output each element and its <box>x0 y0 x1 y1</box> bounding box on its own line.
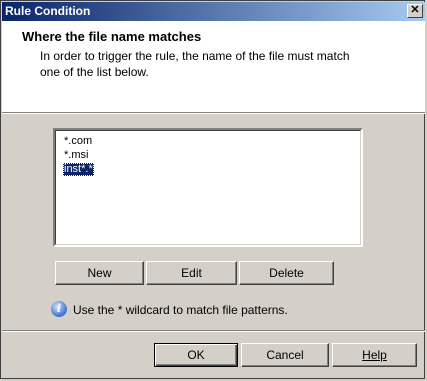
cancel-button[interactable]: Cancel <box>241 343 329 367</box>
rule-condition-dialog: Rule Condition ✕ Where the file name mat… <box>0 0 425 379</box>
info-icon: i <box>51 301 67 317</box>
pattern-list-item[interactable]: *.msi <box>63 149 89 162</box>
ok-button[interactable]: OK <box>154 343 238 367</box>
title-bar[interactable]: Rule Condition ✕ <box>2 2 425 21</box>
pattern-listbox-inner: *.com *.msi inst*.* <box>55 130 361 245</box>
window-title: Rule Condition <box>5 4 91 18</box>
help-button[interactable]: Help <box>332 343 417 367</box>
pattern-list-item[interactable]: *.com <box>63 135 93 148</box>
header-title: Where the file name matches <box>22 29 202 44</box>
pattern-list-item-selected[interactable]: inst*.* <box>63 163 94 176</box>
edit-button[interactable]: Edit <box>146 261 237 285</box>
help-button-label: Help <box>362 348 387 362</box>
header-divider <box>2 113 425 114</box>
header-description: In order to trigger the rule, the name o… <box>40 49 350 79</box>
pattern-listbox[interactable]: *.com *.msi inst*.* <box>53 128 363 247</box>
close-button[interactable]: ✕ <box>407 4 423 18</box>
delete-button[interactable]: Delete <box>239 261 334 285</box>
new-button[interactable]: New <box>55 261 144 285</box>
wildcard-hint: Use the * wildcard to match file pattern… <box>73 303 288 317</box>
footer-separator <box>2 330 425 332</box>
close-icon: ✕ <box>410 4 420 16</box>
